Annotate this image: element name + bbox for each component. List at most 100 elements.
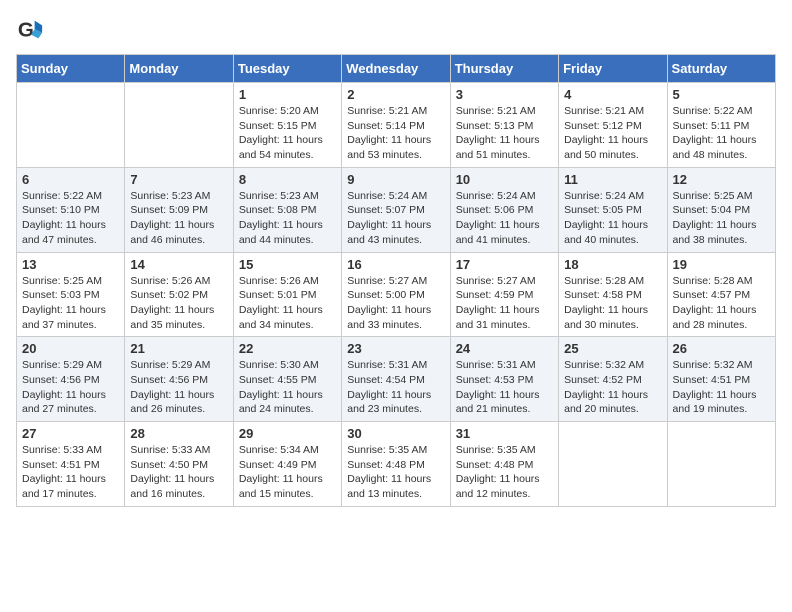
- day-info: Sunrise: 5:21 AM Sunset: 5:13 PM Dayligh…: [456, 104, 553, 163]
- calendar-cell: 6 Sunrise: 5:22 AM Sunset: 5:10 PM Daylig…: [17, 167, 125, 252]
- day-info: Sunrise: 5:22 AM Sunset: 5:10 PM Dayligh…: [22, 189, 119, 248]
- day-number: 7: [130, 172, 227, 187]
- day-number: 29: [239, 426, 336, 441]
- day-info: Sunrise: 5:27 AM Sunset: 5:00 PM Dayligh…: [347, 274, 444, 333]
- day-number: 25: [564, 341, 661, 356]
- calendar-cell: 12 Sunrise: 5:25 AM Sunset: 5:04 PM Dayli…: [667, 167, 775, 252]
- calendar-week-1: 6 Sunrise: 5:22 AM Sunset: 5:10 PM Daylig…: [17, 167, 776, 252]
- day-number: 21: [130, 341, 227, 356]
- day-info: Sunrise: 5:35 AM Sunset: 4:48 PM Dayligh…: [456, 443, 553, 502]
- calendar-cell: 9 Sunrise: 5:24 AM Sunset: 5:07 PM Daylig…: [342, 167, 450, 252]
- calendar-cell: 28 Sunrise: 5:33 AM Sunset: 4:50 PM Dayli…: [125, 422, 233, 507]
- day-number: 31: [456, 426, 553, 441]
- day-number: 11: [564, 172, 661, 187]
- calendar-cell: 24 Sunrise: 5:31 AM Sunset: 4:53 PM Dayli…: [450, 337, 558, 422]
- day-info: Sunrise: 5:28 AM Sunset: 4:58 PM Dayligh…: [564, 274, 661, 333]
- day-number: 30: [347, 426, 444, 441]
- day-number: 9: [347, 172, 444, 187]
- day-info: Sunrise: 5:32 AM Sunset: 4:52 PM Dayligh…: [564, 358, 661, 417]
- calendar-cell: 15Sunrise: 5:26 AM Sunset: 5:01 PM Dayli…: [233, 252, 341, 337]
- day-info: Sunrise: 5:31 AM Sunset: 4:53 PM Dayligh…: [456, 358, 553, 417]
- calendar-cell: 11 Sunrise: 5:24 AM Sunset: 5:05 PM Dayli…: [559, 167, 667, 252]
- day-info: Sunrise: 5:28 AM Sunset: 4:57 PM Dayligh…: [673, 274, 770, 333]
- day-number: 2: [347, 87, 444, 102]
- day-number: 20: [22, 341, 119, 356]
- calendar-cell: 13Sunrise: 5:25 AM Sunset: 5:03 PM Dayli…: [17, 252, 125, 337]
- day-number: 4: [564, 87, 661, 102]
- calendar-cell: 31 Sunrise: 5:35 AM Sunset: 4:48 PM Dayli…: [450, 422, 558, 507]
- day-info: Sunrise: 5:25 AM Sunset: 5:04 PM Dayligh…: [673, 189, 770, 248]
- day-number: 24: [456, 341, 553, 356]
- calendar-cell: 8 Sunrise: 5:23 AM Sunset: 5:08 PM Daylig…: [233, 167, 341, 252]
- days-header-row: SundayMondayTuesdayWednesdayThursdayFrid…: [17, 55, 776, 83]
- day-number: 16: [347, 257, 444, 272]
- day-number: 8: [239, 172, 336, 187]
- page-header: G: [16, 16, 776, 44]
- day-number: 13: [22, 257, 119, 272]
- calendar-cell: 2Sunrise: 5:21 AM Sunset: 5:14 PM Daylig…: [342, 83, 450, 168]
- day-info: Sunrise: 5:32 AM Sunset: 4:51 PM Dayligh…: [673, 358, 770, 417]
- day-info: Sunrise: 5:33 AM Sunset: 4:51 PM Dayligh…: [22, 443, 119, 502]
- day-info: Sunrise: 5:22 AM Sunset: 5:11 PM Dayligh…: [673, 104, 770, 163]
- day-number: 22: [239, 341, 336, 356]
- calendar-cell: 7 Sunrise: 5:23 AM Sunset: 5:09 PM Daylig…: [125, 167, 233, 252]
- day-header-tuesday: Tuesday: [233, 55, 341, 83]
- day-info: Sunrise: 5:24 AM Sunset: 5:06 PM Dayligh…: [456, 189, 553, 248]
- calendar-cell: 17 Sunrise: 5:27 AM Sunset: 4:59 PM Dayli…: [450, 252, 558, 337]
- day-number: 12: [673, 172, 770, 187]
- day-number: 15: [239, 257, 336, 272]
- logo-icon: G: [16, 16, 44, 44]
- calendar-cell: 19 Sunrise: 5:28 AM Sunset: 4:57 PM Dayli…: [667, 252, 775, 337]
- day-info: Sunrise: 5:29 AM Sunset: 4:56 PM Dayligh…: [22, 358, 119, 417]
- day-number: 28: [130, 426, 227, 441]
- day-number: 27: [22, 426, 119, 441]
- day-info: Sunrise: 5:29 AM Sunset: 4:56 PM Dayligh…: [130, 358, 227, 417]
- calendar-cell: [559, 422, 667, 507]
- calendar-cell: 25 Sunrise: 5:32 AM Sunset: 4:52 PM Dayli…: [559, 337, 667, 422]
- calendar-week-2: 13Sunrise: 5:25 AM Sunset: 5:03 PM Dayli…: [17, 252, 776, 337]
- calendar-cell: 21 Sunrise: 5:29 AM Sunset: 4:56 PM Dayli…: [125, 337, 233, 422]
- calendar-cell: 20 Sunrise: 5:29 AM Sunset: 4:56 PM Dayli…: [17, 337, 125, 422]
- day-number: 23: [347, 341, 444, 356]
- day-header-sunday: Sunday: [17, 55, 125, 83]
- day-info: Sunrise: 5:23 AM Sunset: 5:09 PM Dayligh…: [130, 189, 227, 248]
- calendar-cell: [667, 422, 775, 507]
- day-header-saturday: Saturday: [667, 55, 775, 83]
- calendar-cell: [125, 83, 233, 168]
- day-info: Sunrise: 5:27 AM Sunset: 4:59 PM Dayligh…: [456, 274, 553, 333]
- day-number: 5: [673, 87, 770, 102]
- day-info: Sunrise: 5:35 AM Sunset: 4:48 PM Dayligh…: [347, 443, 444, 502]
- calendar-cell: 23Sunrise: 5:31 AM Sunset: 4:54 PM Dayli…: [342, 337, 450, 422]
- calendar-week-3: 20 Sunrise: 5:29 AM Sunset: 4:56 PM Dayli…: [17, 337, 776, 422]
- day-info: Sunrise: 5:20 AM Sunset: 5:15 PM Dayligh…: [239, 104, 336, 163]
- day-info: Sunrise: 5:30 AM Sunset: 4:55 PM Dayligh…: [239, 358, 336, 417]
- day-header-monday: Monday: [125, 55, 233, 83]
- calendar-cell: [17, 83, 125, 168]
- calendar-cell: 18 Sunrise: 5:28 AM Sunset: 4:58 PM Dayli…: [559, 252, 667, 337]
- day-number: 19: [673, 257, 770, 272]
- calendar-cell: 3 Sunrise: 5:21 AM Sunset: 5:13 PM Daylig…: [450, 83, 558, 168]
- day-number: 10: [456, 172, 553, 187]
- day-info: Sunrise: 5:24 AM Sunset: 5:05 PM Dayligh…: [564, 189, 661, 248]
- calendar-table: SundayMondayTuesdayWednesdayThursdayFrid…: [16, 54, 776, 507]
- calendar-body: 1Sunrise: 5:20 AM Sunset: 5:15 PM Daylig…: [17, 83, 776, 507]
- day-info: Sunrise: 5:23 AM Sunset: 5:08 PM Dayligh…: [239, 189, 336, 248]
- day-number: 17: [456, 257, 553, 272]
- calendar-week-0: 1Sunrise: 5:20 AM Sunset: 5:15 PM Daylig…: [17, 83, 776, 168]
- day-info: Sunrise: 5:33 AM Sunset: 4:50 PM Dayligh…: [130, 443, 227, 502]
- day-header-thursday: Thursday: [450, 55, 558, 83]
- day-info: Sunrise: 5:24 AM Sunset: 5:07 PM Dayligh…: [347, 189, 444, 248]
- calendar-cell: 14Sunrise: 5:26 AM Sunset: 5:02 PM Dayli…: [125, 252, 233, 337]
- day-number: 18: [564, 257, 661, 272]
- calendar-cell: 29Sunrise: 5:34 AM Sunset: 4:49 PM Dayli…: [233, 422, 341, 507]
- calendar-cell: 30 Sunrise: 5:35 AM Sunset: 4:48 PM Dayli…: [342, 422, 450, 507]
- calendar-header: SundayMondayTuesdayWednesdayThursdayFrid…: [17, 55, 776, 83]
- day-header-wednesday: Wednesday: [342, 55, 450, 83]
- day-info: Sunrise: 5:26 AM Sunset: 5:02 PM Dayligh…: [130, 274, 227, 333]
- calendar-cell: 27 Sunrise: 5:33 AM Sunset: 4:51 PM Dayli…: [17, 422, 125, 507]
- day-number: 6: [22, 172, 119, 187]
- calendar-cell: 1Sunrise: 5:20 AM Sunset: 5:15 PM Daylig…: [233, 83, 341, 168]
- calendar-cell: 16 Sunrise: 5:27 AM Sunset: 5:00 PM Dayli…: [342, 252, 450, 337]
- day-number: 3: [456, 87, 553, 102]
- svg-text:G: G: [18, 19, 34, 42]
